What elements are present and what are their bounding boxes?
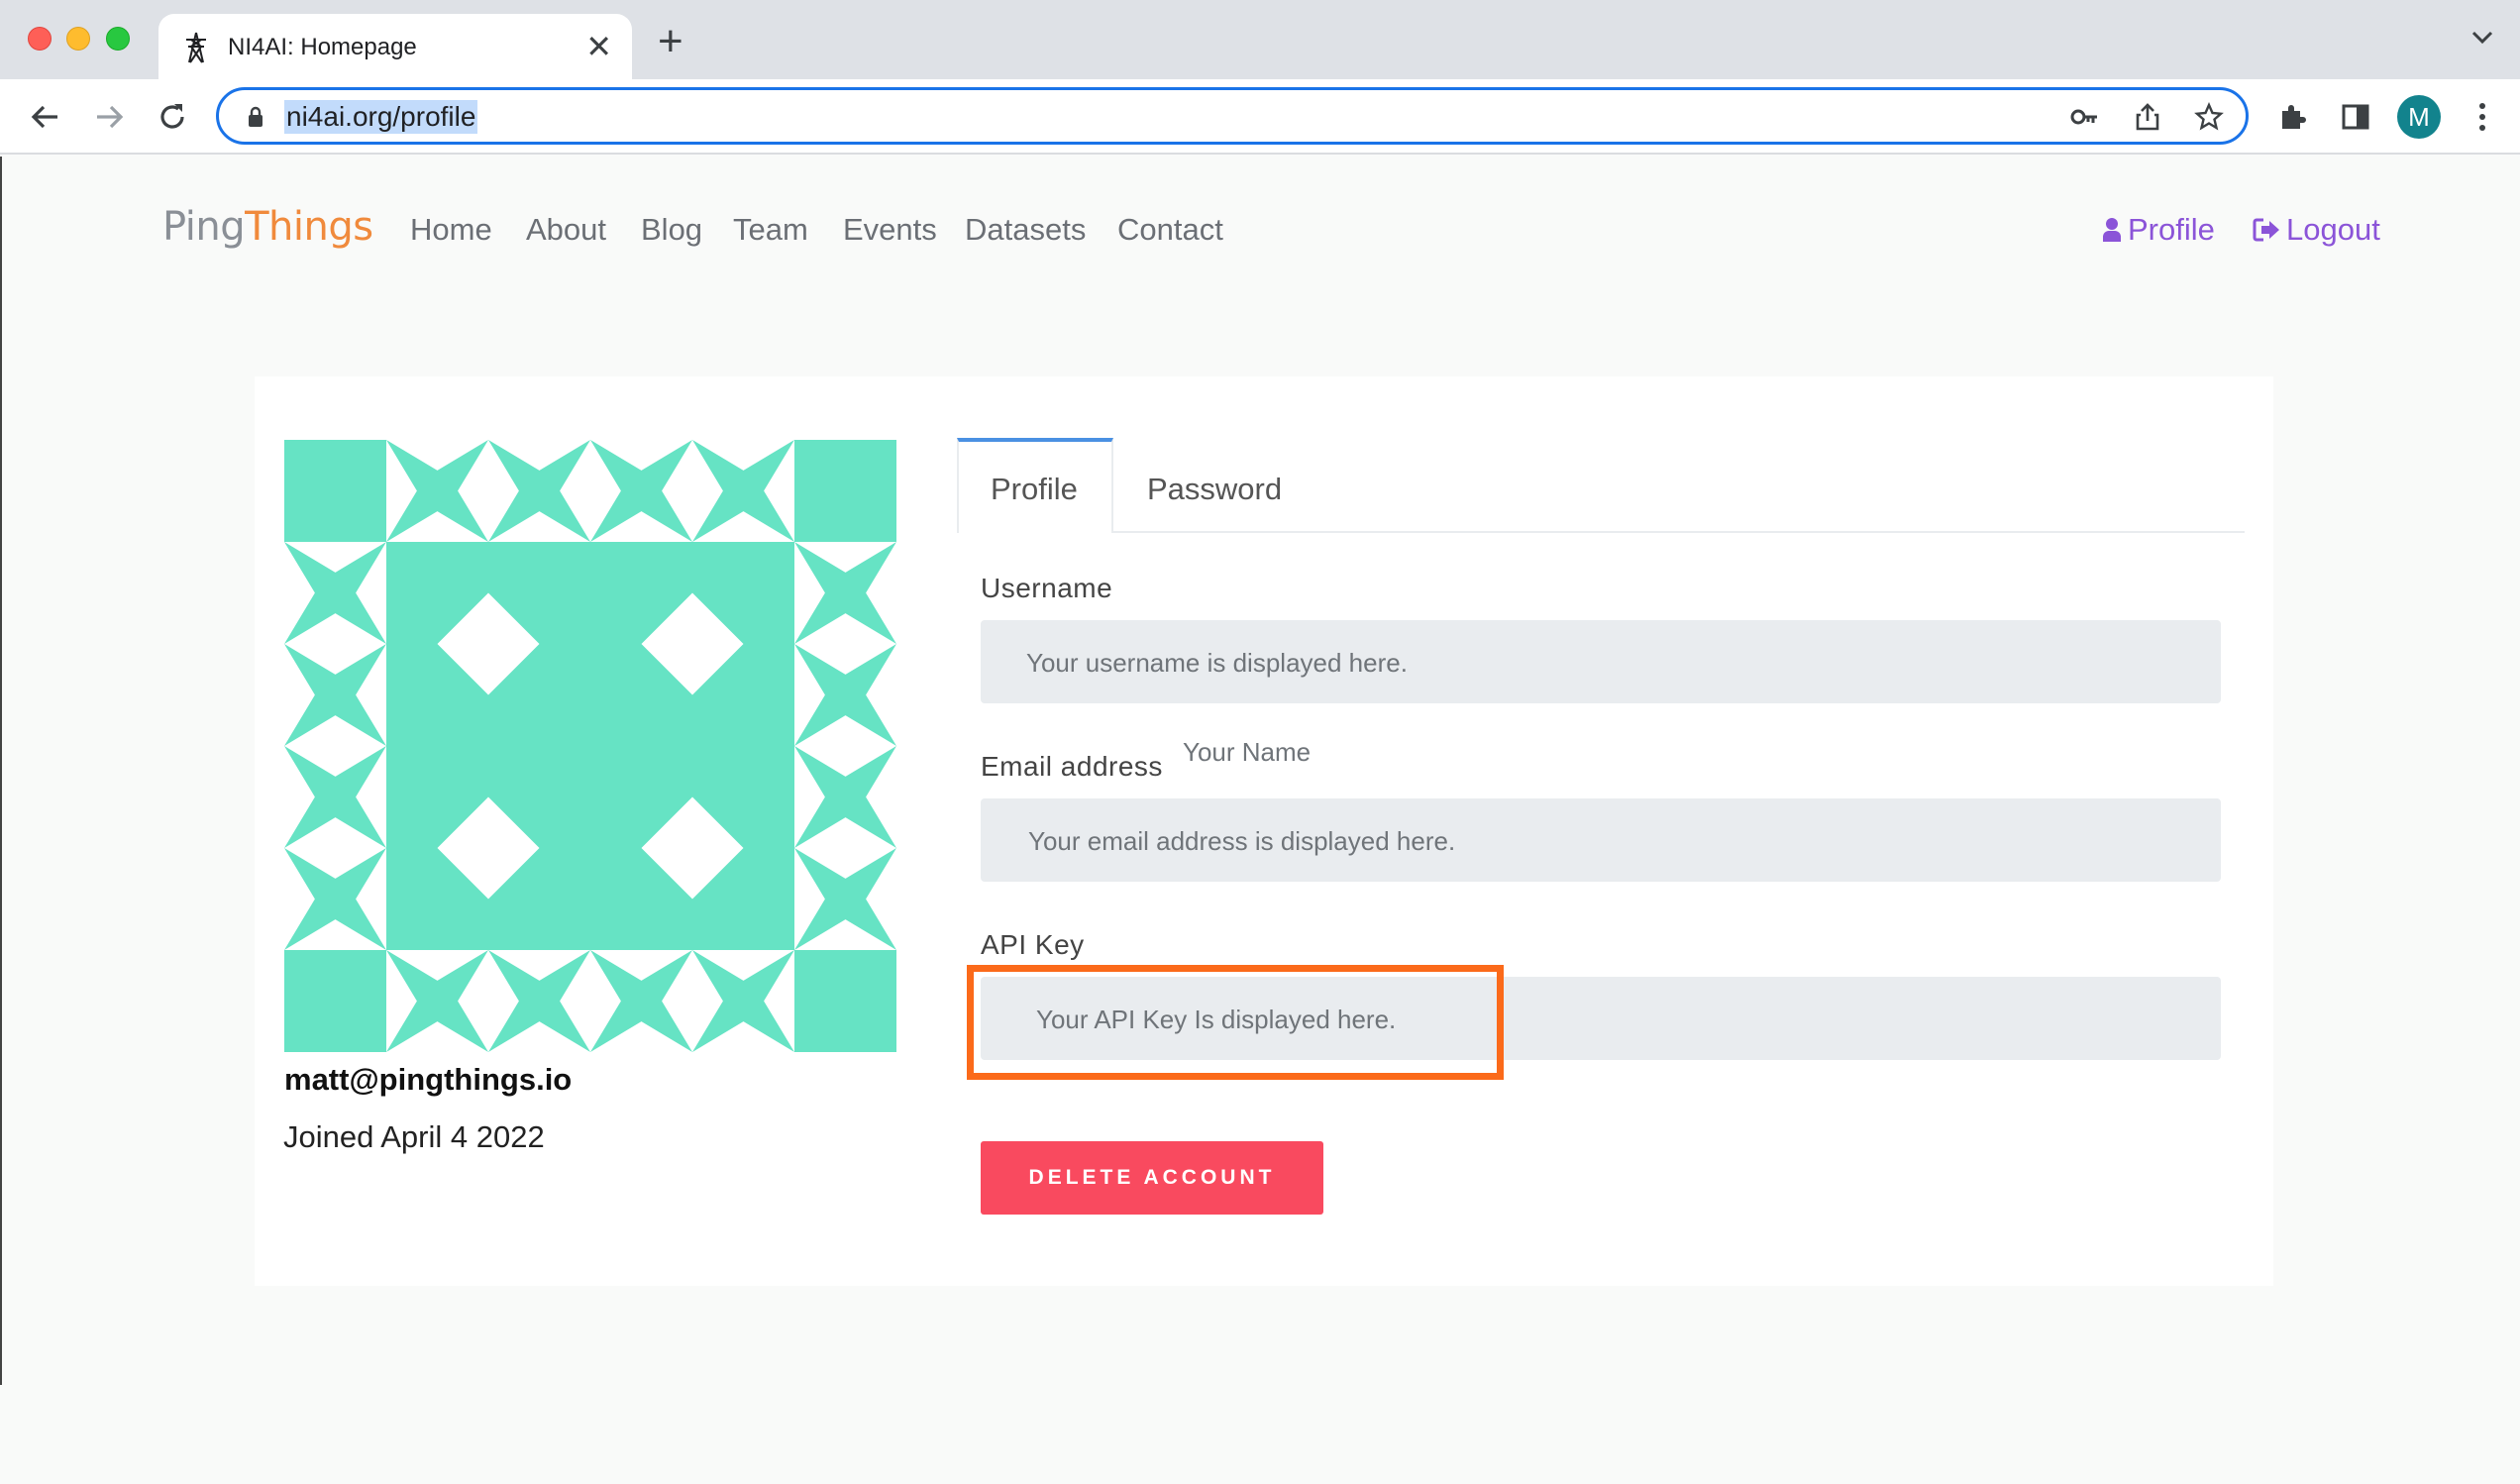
nav-team[interactable]: Team (733, 212, 808, 248)
tab-profile-label: Profile (991, 472, 1078, 506)
logo-text-things: Things (245, 204, 373, 250)
chevron-down-icon[interactable] (2470, 30, 2494, 46)
maximize-window-button[interactable] (106, 27, 130, 51)
pingthings-logo[interactable]: PingThings (162, 204, 373, 250)
back-arrow-icon[interactable] (28, 99, 63, 135)
username-label: Username (981, 573, 1113, 603)
tab-close-icon[interactable]: ✕ (585, 28, 612, 65)
profile-link[interactable]: Profile (2102, 212, 2215, 248)
window-edge (0, 157, 2, 1385)
apikey-label: API Key (981, 929, 1085, 960)
delete-account-button[interactable]: DELETE ACCOUNT (981, 1141, 1323, 1215)
joined-date: Joined April 4 2022 (283, 1119, 545, 1154)
tab-password[interactable]: Password (1147, 472, 1282, 507)
logout-link-label: Logout (2286, 212, 2380, 247)
tabs-divider (957, 531, 2245, 533)
share-icon[interactable] (2133, 102, 2162, 132)
nav-blog[interactable]: Blog (641, 212, 702, 248)
more-menu-icon[interactable] (2472, 99, 2492, 135)
logo-text-ping: Ping (162, 204, 246, 250)
nav-home[interactable]: Home (410, 212, 492, 248)
sign-out-icon (2253, 218, 2279, 242)
email-field[interactable]: Your email address is displayed here. (981, 798, 2221, 882)
new-tab-button[interactable]: + (658, 20, 683, 63)
email-placeholder: Your email address is displayed here. (1028, 826, 1456, 856)
nav-datasets[interactable]: Datasets (965, 212, 1086, 248)
lock-icon[interactable] (247, 106, 264, 128)
your-name-text: Your Name (1183, 737, 1312, 767)
user-icon (2103, 218, 2121, 242)
extensions-puzzle-icon[interactable] (2276, 101, 2308, 133)
browser-tab[interactable]: NI4AI: Homepage ✕ (158, 14, 632, 79)
user-identicon (284, 440, 896, 1052)
profile-avatar[interactable]: M (2397, 95, 2441, 139)
logout-link[interactable]: Logout (2253, 212, 2380, 248)
bookmark-star-icon[interactable] (2194, 102, 2224, 132)
url-text[interactable]: ni4ai.org/profile (284, 100, 478, 134)
tab-profile[interactable]: Profile (957, 438, 1113, 533)
profile-link-label: Profile (2128, 212, 2215, 247)
apikey-highlight-box (967, 965, 1504, 1080)
nav-events[interactable]: Events (843, 212, 937, 248)
close-window-button[interactable] (28, 27, 52, 51)
tab-title: NI4AI: Homepage (228, 34, 417, 60)
username-placeholder: Your username is displayed here. (1026, 648, 1408, 678)
nav-contact[interactable]: Contact (1117, 212, 1223, 248)
side-panel-icon[interactable] (2340, 101, 2371, 133)
browser-toolbar: ni4ai.org/profile M (0, 79, 2520, 155)
reload-icon[interactable] (155, 99, 190, 135)
username-field[interactable]: Your username is displayed here. (981, 620, 2221, 703)
key-icon[interactable] (2069, 102, 2099, 132)
nav-about[interactable]: About (526, 212, 606, 248)
address-bar[interactable]: ni4ai.org/profile (216, 87, 2249, 145)
forward-arrow-icon[interactable] (91, 99, 127, 135)
minimize-window-button[interactable] (66, 27, 90, 51)
browser-tab-bar: NI4AI: Homepage ✕ + (0, 0, 2520, 79)
transmission-tower-icon (186, 32, 206, 63)
user-email-heading: matt@pingthings.io (284, 1062, 573, 1097)
email-label: Email address (981, 751, 1163, 782)
